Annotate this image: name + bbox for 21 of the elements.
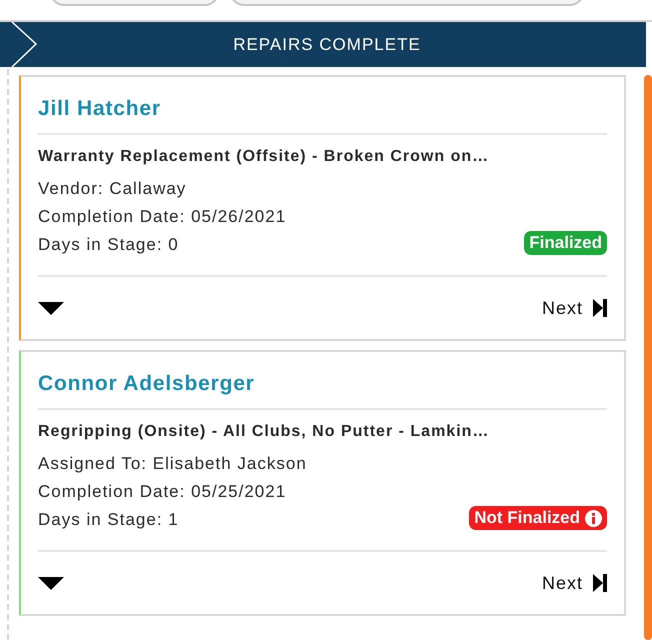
expand-triangle-icon[interactable] (38, 576, 64, 590)
info-icon[interactable] (585, 510, 602, 526)
next-button[interactable]: Next (542, 572, 608, 594)
detail-text: Vendor: Callaway (38, 178, 188, 200)
stage-title: REPAIRS COMPLETE (233, 34, 421, 54)
detail-text: Days in Stage: 1 (38, 509, 180, 531)
expand-triangle-icon[interactable] (38, 302, 64, 314)
detail-text: Completion Date: 05/26/2021 (38, 206, 286, 228)
skip-next-icon (593, 299, 608, 317)
customer-name[interactable]: Jill Hatcher (38, 97, 161, 121)
repair-title: Regripping (Onsite) - All Clubs, No Putter - Lamkin… (38, 423, 490, 441)
next-button[interactable]: Next (542, 298, 608, 318)
status-badge: Finalized (524, 231, 608, 255)
repair-title: Warranty Replacement (Offsite) - Broken Crown on… (38, 148, 490, 166)
status-badge: Not Finalized (469, 506, 608, 530)
detail-text: Completion Date: 05/25/2021 (38, 481, 288, 503)
detail-text: Assigned To: Elisabeth Jackson (38, 453, 307, 475)
scrollbar[interactable] (644, 75, 652, 640)
detail-text: Days in Stage: 0 (38, 234, 180, 256)
customer-name[interactable]: Connor Adelsberger (38, 372, 255, 396)
skip-next-icon (593, 574, 608, 592)
